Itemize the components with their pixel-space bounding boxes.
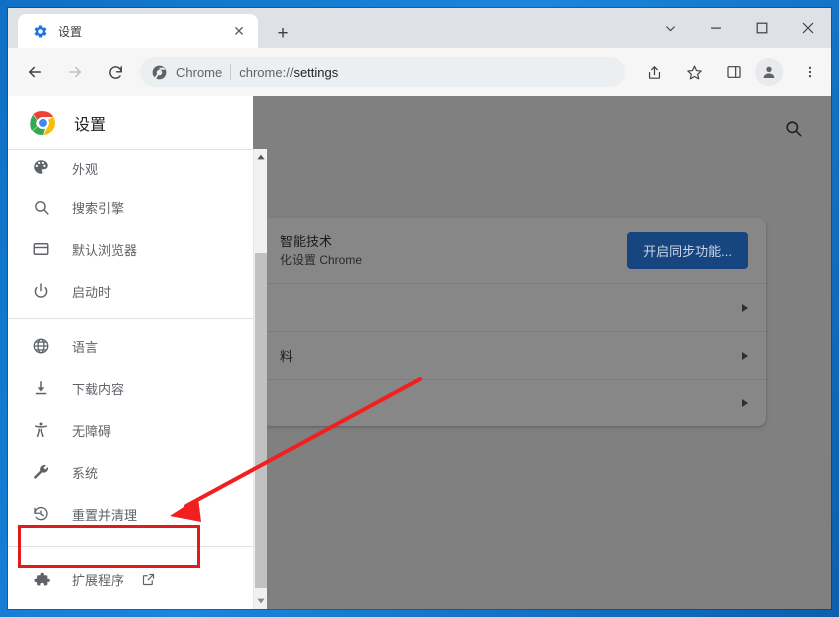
accessibility-icon (30, 419, 52, 441)
sync-row[interactable]: 智能技术 化设置 Chrome 开启同步功能... (262, 218, 766, 284)
sync-text: 智能技术 化设置 Chrome (280, 233, 627, 269)
sidebar-item-search[interactable]: 搜索引擎 (8, 188, 253, 226)
puzzle-icon (30, 568, 52, 590)
toolbar-actions (631, 55, 831, 89)
omnibox-chip-label: Chrome (176, 64, 223, 80)
settings-header: 设置 (8, 96, 253, 150)
tab-search-icon[interactable] (647, 8, 693, 48)
sidebar-scrollbar[interactable] (253, 149, 267, 609)
palette-icon (30, 156, 52, 178)
scroll-up-arrow-icon[interactable] (254, 149, 268, 165)
sidebar-item-extensions[interactable]: 扩展程序 (8, 559, 253, 599)
browser-toolbar: Chrome chrome://settings (8, 48, 831, 97)
sidebar-item-label: 扩展程序 (72, 572, 125, 588)
sidebar-item-label: 搜索引擎 (72, 200, 125, 216)
omnibox-url-prefix: chrome:// (239, 64, 294, 80)
sync-headline: 智能技术 (280, 233, 333, 249)
sidebar-item-label: 下载内容 (72, 381, 125, 397)
sidebar-item-label: 无障碍 (72, 423, 112, 439)
scrollbar-thumb[interactable] (255, 253, 267, 588)
maximize-button[interactable] (739, 8, 785, 48)
browser-tab-settings[interactable]: 设置 ✕ (18, 14, 258, 48)
chrome-icon (152, 65, 167, 80)
tab-strip: 设置 ✕ + (8, 8, 831, 48)
settings-sidebar: 设置 外观 搜索引擎 默认浏览器 启动时 语言 下载内容 无障碍 系统 重置并清… (8, 96, 253, 609)
sidebar-item-label: 默认浏览器 (72, 242, 138, 258)
sidebar-item-label: 启动时 (72, 284, 112, 300)
chrome-menu-icon[interactable] (793, 55, 827, 89)
search-icon[interactable] (781, 116, 805, 140)
sidebar-item-label: 系统 (72, 465, 99, 481)
sidebar-item-languages[interactable]: 语言 (8, 327, 253, 365)
reload-icon[interactable] (98, 55, 132, 89)
omnibox-url: chrome://settings (239, 65, 338, 80)
window-controls (647, 8, 831, 48)
settings-row[interactable] (262, 284, 766, 332)
close-icon[interactable]: ✕ (228, 20, 250, 42)
minimize-button[interactable] (693, 8, 739, 48)
search-icon (30, 196, 52, 218)
settings-page: 智能技术 化设置 Chrome 开启同步功能... 料 设置 外观 搜索引擎 默… (8, 96, 831, 609)
sidebar-item-default-browser[interactable]: 默认浏览器 (8, 230, 253, 268)
scroll-down-arrow-icon[interactable] (254, 593, 268, 609)
avatar[interactable] (755, 58, 783, 86)
turn-on-sync-button[interactable]: 开启同步功能... (627, 232, 748, 269)
sidebar-divider (8, 546, 253, 547)
history-restore-icon (30, 503, 52, 525)
download-icon (30, 377, 52, 399)
settings-row-label: 料 (280, 349, 294, 364)
gear-icon (32, 23, 48, 39)
settings-title: 设置 (74, 116, 107, 134)
open-in-new-icon (140, 571, 156, 587)
sidebar-item-downloads[interactable]: 下载内容 (8, 369, 253, 407)
sidebar-item-system[interactable]: 系统 (8, 453, 253, 491)
omnibox-chip-divider (230, 64, 232, 80)
globe-icon (30, 335, 52, 357)
sidebar-list: 外观 搜索引擎 默认浏览器 启动时 语言 下载内容 无障碍 系统 重置并清理 扩… (8, 150, 253, 609)
power-icon (30, 280, 52, 302)
chevron-right-icon (742, 303, 748, 312)
back-icon[interactable] (18, 55, 52, 89)
chevron-right-icon (742, 351, 748, 360)
settings-row[interactable]: 料 (262, 332, 766, 380)
settings-card: 智能技术 化设置 Chrome 开启同步功能... 料 (262, 218, 766, 426)
sidebar-item-label: 语言 (72, 339, 99, 355)
sidebar-item-about[interactable]: 关于 Chrome (8, 605, 253, 609)
wrench-icon (30, 461, 52, 483)
chrome-logo-icon (30, 110, 56, 136)
omnibox-url-suffix: settings (293, 64, 339, 80)
bookmark-star-icon[interactable] (677, 55, 711, 89)
sync-subtext: 化设置 Chrome (280, 252, 363, 267)
settings-row[interactable] (262, 380, 766, 426)
address-bar[interactable]: Chrome chrome://settings (140, 57, 625, 87)
sidebar-item-reset[interactable]: 重置并清理 (8, 495, 253, 533)
close-window-button[interactable] (785, 8, 831, 48)
sidebar-item-label: 重置并清理 (72, 507, 138, 523)
side-panel-icon[interactable] (717, 55, 751, 89)
sidebar-item-startup[interactable]: 启动时 (8, 272, 253, 310)
chevron-right-icon (742, 399, 748, 407)
browser-window-icon (30, 238, 52, 260)
share-icon[interactable] (637, 55, 671, 89)
tab-title: 设置 (58, 24, 83, 39)
sidebar-item-label: 外观 (72, 162, 99, 177)
new-tab-button[interactable]: + (270, 20, 296, 46)
sidebar-item-appearance[interactable]: 外观 (8, 150, 253, 178)
browser-window: 设置 ✕ + Chrome chrome://settings 智能技术 化设置… (8, 8, 831, 609)
sidebar-divider (8, 318, 253, 319)
sidebar-item-accessibility[interactable]: 无障碍 (8, 411, 253, 449)
forward-icon[interactable] (58, 55, 92, 89)
